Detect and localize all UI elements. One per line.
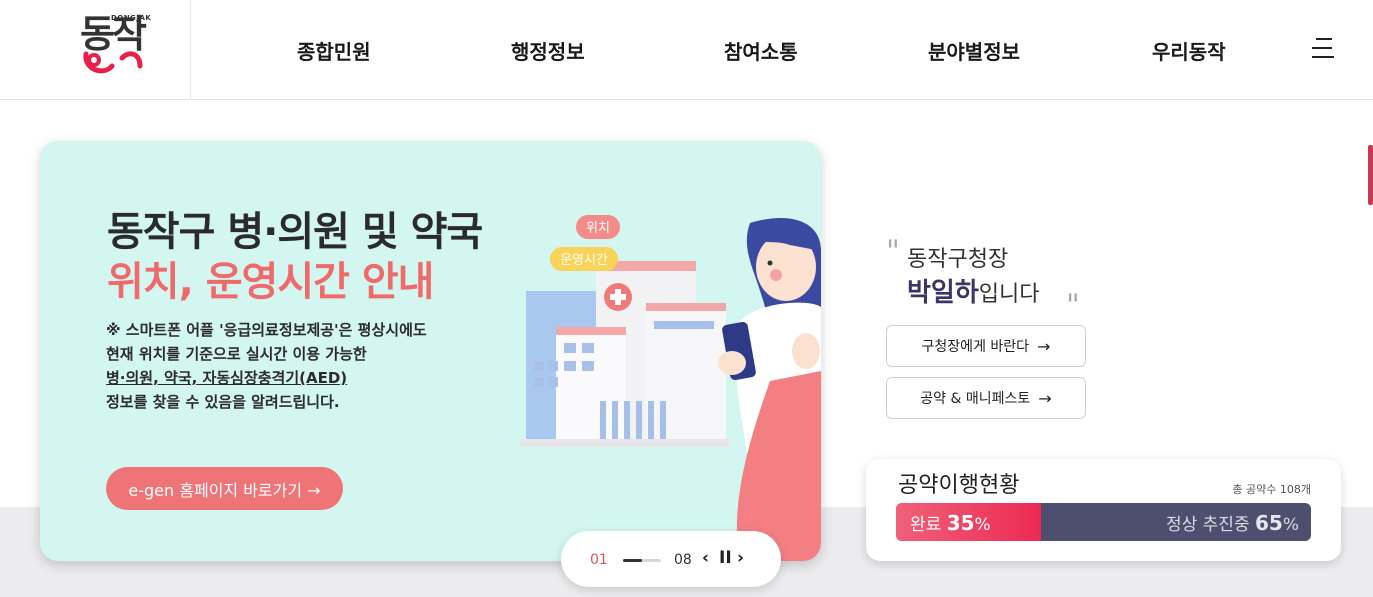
mayor-name-suffix: 입니다 bbox=[978, 282, 1040, 307]
mayor-role: 동작구청장 bbox=[907, 247, 1009, 272]
pledge-progress-bar: 완료 35% 정상 추진중 65% bbox=[896, 503, 1311, 541]
wish-to-mayor-button[interactable]: 구청장에게 바란다 → bbox=[886, 325, 1086, 367]
desc-line3: 병·의원, 약국, 자동심장충격기(AED) bbox=[106, 369, 348, 387]
dongjak-logo[interactable]: DONGJAK 동작 bbox=[0, 0, 191, 100]
pager-progress-fill bbox=[623, 559, 642, 562]
done-label: 완료 bbox=[910, 515, 942, 535]
pledge-manifesto-button[interactable]: 공약 & 매니페스토 → bbox=[886, 377, 1086, 419]
banner-description: ※ 스마트폰 어플 '응급의료정보제공'은 평상시에도 현재 위치를 기준으로 … bbox=[106, 318, 427, 414]
main-banner[interactable]: 동작구 병·의원 및 약국 위치, 운영시간 안내 ※ 스마트폰 어플 '응급의… bbox=[40, 141, 821, 561]
pledge-button-label: 공약 & 매니페스토 bbox=[920, 391, 1031, 407]
quote-open-mark: " bbox=[886, 234, 900, 269]
desc-line1-prefix: ※ 스마트폰 어플 bbox=[106, 321, 220, 339]
done-percent: % bbox=[974, 515, 991, 535]
site-header: DONGJAK 동작 종합민원 행정정보 참여소통 분야별정보 우리동작 bbox=[0, 0, 1373, 100]
mayor-name-line: 박일하입니다 bbox=[907, 272, 1040, 309]
pager-current: 01 bbox=[590, 552, 608, 568]
desc-line4: 정보를 찾을 수 있음을 알려드립니다. bbox=[106, 393, 340, 411]
quote-close-mark: " bbox=[1066, 288, 1080, 323]
arrow-right-icon: → bbox=[1037, 336, 1051, 356]
progress-label: 정상 추진중 bbox=[1165, 515, 1250, 535]
side-scroll-indicator bbox=[1368, 145, 1373, 205]
arrow-right-icon: → bbox=[1038, 388, 1052, 408]
progress-percent: % bbox=[1282, 515, 1299, 535]
pledge-status-card[interactable]: 공약이행현황 총 공약수 108개 완료 35% 정상 추진중 65% bbox=[866, 459, 1341, 561]
banner-subtitle: 위치, 운영시간 안내 bbox=[107, 259, 434, 305]
pause-icon[interactable]: II bbox=[719, 548, 732, 568]
nav-item-dongjak[interactable]: 우리동작 bbox=[1152, 36, 1226, 65]
nav-item-participation[interactable]: 참여소통 bbox=[724, 36, 798, 65]
prev-slide-icon[interactable]: ‹ bbox=[702, 548, 709, 568]
egen-homepage-button[interactable]: e-gen 홈페이지 바로가기 → bbox=[106, 467, 343, 510]
bubble-hours: 운영시간 bbox=[560, 253, 608, 268]
pledge-progress-text: 정상 추진중 65% bbox=[1166, 510, 1299, 535]
pager-progress-bar bbox=[623, 559, 661, 562]
wish-button-label: 구청장에게 바란다 bbox=[921, 339, 1030, 355]
main-nav: 종합민원 행정정보 참여소통 분야별정보 우리동작 bbox=[240, 0, 1290, 100]
pledge-total: 총 공약수 108개 bbox=[1232, 483, 1311, 496]
banner-pager: 01 08 ‹ II › bbox=[561, 531, 781, 587]
nav-item-civil[interactable]: 종합민원 bbox=[297, 36, 371, 65]
pledge-title: 공약이행현황 bbox=[898, 473, 1020, 498]
mayor-name: 박일하 bbox=[907, 278, 979, 308]
progress-value: 65 bbox=[1255, 511, 1283, 535]
logo-smile-icon bbox=[83, 51, 143, 74]
nav-item-fields[interactable]: 분야별정보 bbox=[928, 36, 1020, 65]
hospital-woman-illustration: 위치 운영시간 bbox=[520, 215, 821, 561]
hamburger-menu-icon[interactable] bbox=[1312, 38, 1338, 60]
desc-line1-highlight: '응급의료정보제공' bbox=[219, 321, 339, 339]
nav-item-admin[interactable]: 행정정보 bbox=[511, 36, 585, 65]
pledge-done-text: 완료 35% bbox=[910, 510, 991, 535]
done-value: 35 bbox=[946, 511, 975, 535]
pager-total: 08 bbox=[674, 552, 692, 568]
desc-line2: 현재 위치를 기준으로 실시간 이용 가능한 bbox=[106, 345, 367, 363]
next-slide-icon[interactable]: › bbox=[737, 548, 744, 568]
desc-line1-suffix: 은 평상시에도 bbox=[338, 321, 427, 339]
bubble-location: 위치 bbox=[586, 221, 610, 236]
logo-area: DONGJAK 동작 bbox=[0, 0, 191, 100]
